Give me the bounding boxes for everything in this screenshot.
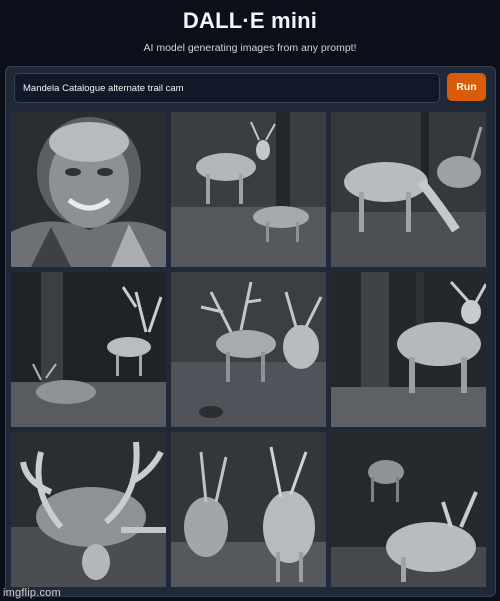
- result-image-7[interactable]: [11, 432, 166, 587]
- result-image-1[interactable]: [11, 112, 166, 267]
- run-button[interactable]: Run: [447, 73, 486, 101]
- app-subtitle: AI model generating images from any prom…: [143, 42, 357, 54]
- result-image-3[interactable]: [331, 112, 486, 267]
- result-image-9[interactable]: [331, 432, 486, 587]
- app-title: DALL·E mini: [182, 8, 318, 33]
- results-grid: [11, 112, 491, 592]
- result-image-6[interactable]: [331, 272, 486, 427]
- generator-panel: Run: [5, 66, 496, 597]
- result-image-4[interactable]: [11, 272, 166, 427]
- prompt-input[interactable]: [14, 73, 440, 103]
- result-image-8[interactable]: [171, 432, 326, 587]
- result-image-2[interactable]: [171, 112, 326, 267]
- imgflip-watermark: imgflip.com: [3, 587, 61, 599]
- result-image-5[interactable]: [171, 272, 326, 427]
- app-header: DALL·E mini AI model generating images f…: [0, 0, 500, 62]
